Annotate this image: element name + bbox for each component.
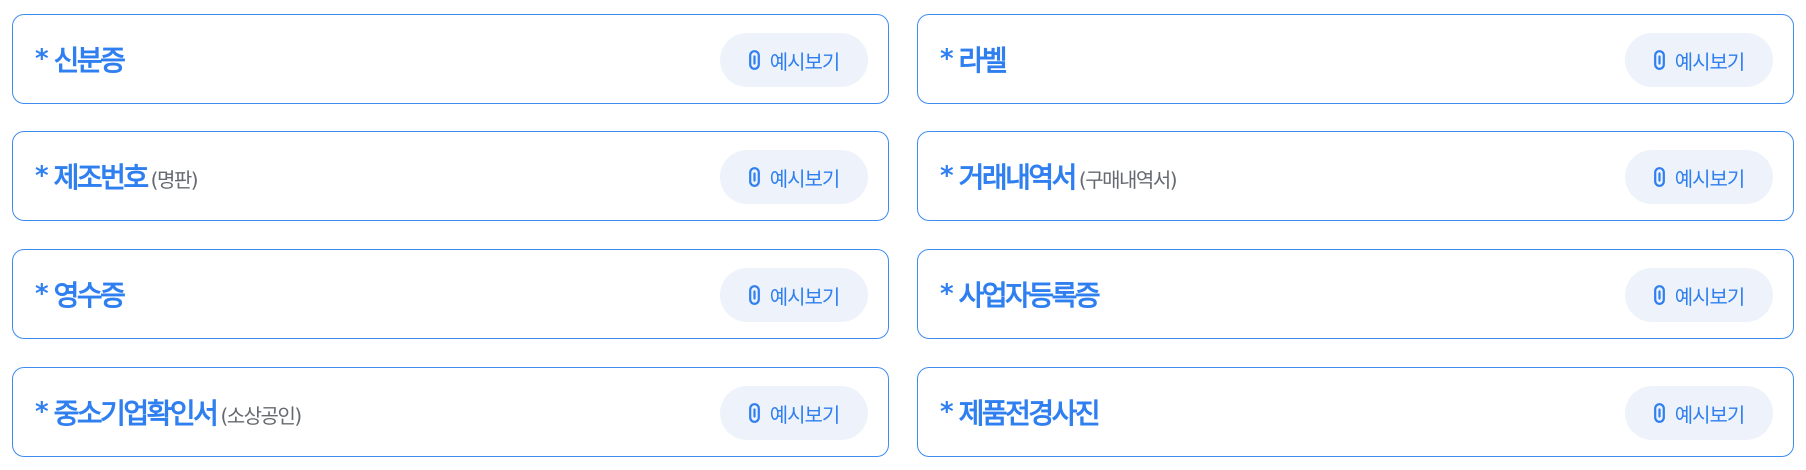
document-card-receipt: * 영수증 예시보기	[12, 249, 889, 339]
link-icon	[748, 167, 760, 187]
document-title: 중소기업확인서	[53, 397, 219, 430]
document-subtitle: (구매내역서)	[1078, 167, 1178, 192]
document-upload-grid: * 신분증 예시보기 * 라벨 예시보기 * 제조번호 (명판) 예시보기 * …	[0, 0, 1806, 470]
required-marker: *	[940, 161, 954, 191]
document-label: * 라벨	[940, 15, 1009, 103]
view-example-button[interactable]: 예시보기	[1625, 268, 1773, 322]
document-title: 영수증	[53, 279, 126, 312]
link-icon	[1653, 50, 1665, 70]
required-marker: *	[35, 44, 49, 74]
link-icon	[1653, 285, 1665, 305]
view-example-label: 예시보기	[769, 284, 841, 309]
view-example-label: 예시보기	[1674, 402, 1746, 427]
required-marker: *	[940, 397, 954, 427]
document-card-id-card: * 신분증 예시보기	[12, 14, 889, 104]
view-example-label: 예시보기	[769, 49, 841, 74]
link-icon	[1653, 403, 1665, 423]
link-icon	[748, 50, 760, 70]
link-icon	[748, 403, 760, 423]
document-card-product-photo: * 제품전경사진 예시보기	[917, 367, 1794, 457]
link-icon	[1653, 167, 1665, 187]
document-card-serial-number: * 제조번호 (명판) 예시보기	[12, 131, 889, 221]
document-card-sme-certificate: * 중소기업확인서 (소상공인) 예시보기	[12, 367, 889, 457]
required-marker: *	[35, 161, 49, 191]
document-title: 제품전경사진	[958, 397, 1101, 430]
view-example-button[interactable]: 예시보기	[1625, 33, 1773, 87]
required-marker: *	[940, 44, 954, 74]
document-card-label: * 라벨 예시보기	[917, 14, 1794, 104]
view-example-label: 예시보기	[769, 402, 841, 427]
document-subtitle: (소상공인)	[220, 403, 302, 428]
required-marker: *	[940, 279, 954, 309]
document-title: 제조번호	[53, 161, 150, 194]
document-label: * 거래내역서 (구매내역서)	[940, 132, 1178, 220]
document-subtitle: (명판)	[150, 167, 199, 192]
view-example-button[interactable]: 예시보기	[720, 386, 868, 440]
view-example-button[interactable]: 예시보기	[1625, 150, 1773, 204]
document-label: * 영수증	[35, 250, 127, 338]
document-label: * 중소기업확인서 (소상공인)	[35, 368, 302, 456]
required-marker: *	[35, 397, 49, 427]
document-card-transaction-statement: * 거래내역서 (구매내역서) 예시보기	[917, 131, 1794, 221]
view-example-label: 예시보기	[1674, 49, 1746, 74]
document-title: 신분증	[53, 44, 126, 77]
view-example-button[interactable]: 예시보기	[1625, 386, 1773, 440]
view-example-label: 예시보기	[769, 166, 841, 191]
document-title: 거래내역서	[958, 161, 1078, 194]
view-example-button[interactable]: 예시보기	[720, 150, 868, 204]
document-title: 라벨	[958, 44, 1008, 77]
view-example-label: 예시보기	[1674, 284, 1746, 309]
view-example-label: 예시보기	[1674, 166, 1746, 191]
document-title: 사업자등록증	[958, 279, 1101, 312]
document-label: * 사업자등록증	[940, 250, 1102, 338]
document-label: * 제조번호 (명판)	[35, 132, 199, 220]
link-icon	[748, 285, 760, 305]
view-example-button[interactable]: 예시보기	[720, 268, 868, 322]
required-marker: *	[35, 279, 49, 309]
document-label: * 신분증	[35, 15, 127, 103]
document-label: * 제품전경사진	[940, 368, 1102, 456]
document-card-business-registration: * 사업자등록증 예시보기	[917, 249, 1794, 339]
view-example-button[interactable]: 예시보기	[720, 33, 868, 87]
